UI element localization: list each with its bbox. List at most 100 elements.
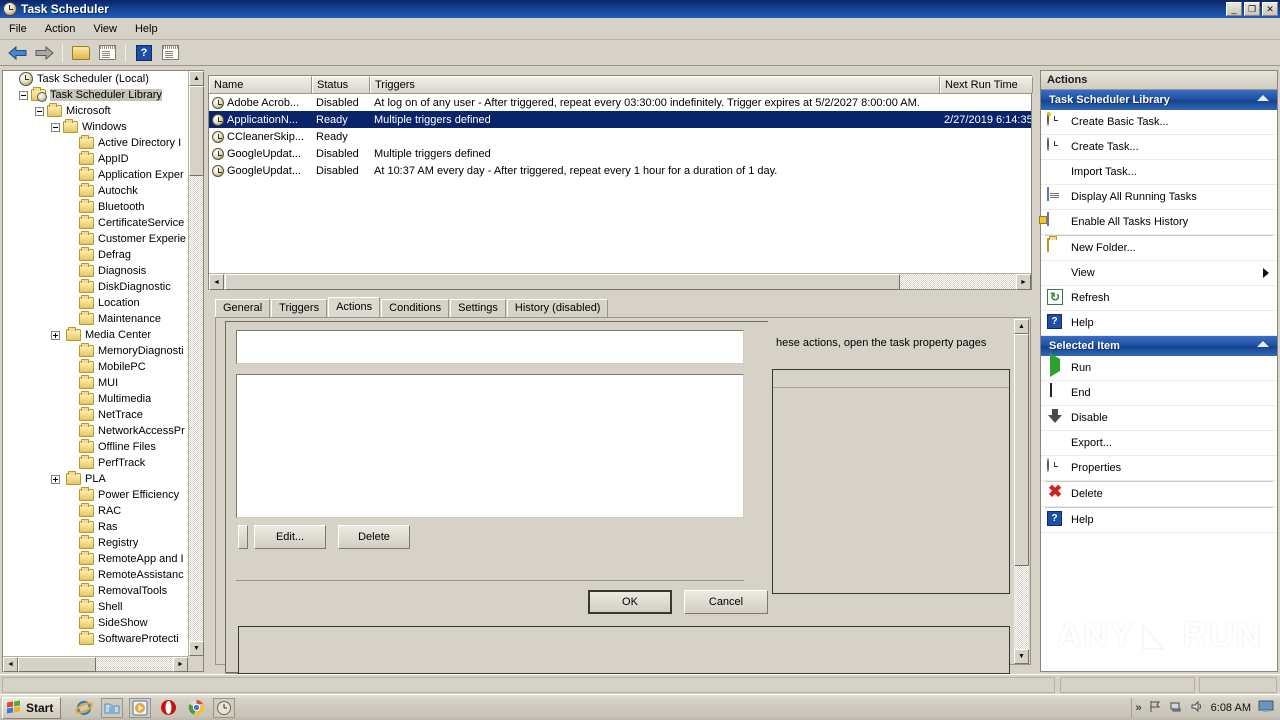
action-item-import-task[interactable]: Import Task... xyxy=(1041,160,1277,185)
tree-item-remoteassistanc[interactable]: RemoteAssistanc xyxy=(3,567,188,583)
cancel-button[interactable]: Cancel xyxy=(684,590,768,614)
internet-explorer-icon[interactable] xyxy=(73,698,95,718)
scroll-up-button[interactable]: ▲ xyxy=(189,71,204,86)
tree-item-mobilepc[interactable]: MobilePC xyxy=(3,359,188,375)
show-hidden-icons-button[interactable]: » xyxy=(1136,702,1142,714)
maximize-button[interactable]: ❐ xyxy=(1244,2,1260,16)
actions-group-header-selected-item[interactable]: Selected Item xyxy=(1041,336,1277,356)
chrome-icon[interactable] xyxy=(185,698,207,718)
tree-item-memorydiagnosti[interactable]: MemoryDiagnosti xyxy=(3,343,188,359)
action-summary-field[interactable] xyxy=(236,330,744,364)
table-row[interactable]: Adobe Acrob... Disabled At log on of any u… xyxy=(209,94,1031,111)
menu-view[interactable]: View xyxy=(84,21,126,37)
tree-horizontal-scrollbar[interactable]: ◄ ► xyxy=(3,656,188,672)
action-item-create-task[interactable]: Create Task... xyxy=(1041,135,1277,160)
expand-icon[interactable] xyxy=(51,330,60,340)
tree-item-bluetooth[interactable]: Bluetooth xyxy=(3,199,188,215)
column-header-name[interactable]: Name xyxy=(209,76,312,93)
tree-item-sideshow[interactable]: SideShow xyxy=(3,615,188,631)
menu-action[interactable]: Action xyxy=(36,21,85,37)
table-row[interactable]: CCleanerSkip... Ready xyxy=(209,128,1031,145)
show-hide-console-tree-icon[interactable] xyxy=(96,43,118,63)
tab-conditions[interactable]: Conditions xyxy=(381,299,450,317)
scroll-up-button[interactable]: ▲ xyxy=(1014,319,1029,334)
tree-item-active-directory-i[interactable]: Active Directory I xyxy=(3,135,188,151)
help-icon[interactable]: ? xyxy=(133,43,155,63)
expand-icon[interactable] xyxy=(51,474,60,484)
tree-item-nettrace[interactable]: NetTrace xyxy=(3,407,188,423)
delete-button[interactable]: Delete xyxy=(338,525,410,549)
action-item-view[interactable]: View xyxy=(1041,261,1277,286)
action-item-create-basic-task[interactable]: ✦ Create Basic Task... xyxy=(1041,110,1277,135)
actions-group-header-task-scheduler-library[interactable]: Task Scheduler Library xyxy=(1041,90,1277,110)
tree-item-diagnosis[interactable]: Diagnosis xyxy=(3,263,188,279)
actions-list[interactable] xyxy=(236,374,744,518)
taskbar-clock[interactable]: 6:08 AM xyxy=(1211,702,1251,714)
action-item-delete[interactable]: ✖ Delete xyxy=(1041,482,1277,507)
display-running-tasks-icon[interactable] xyxy=(159,43,181,63)
tree-item-appid[interactable]: AppID xyxy=(3,151,188,167)
tree-item-pla[interactable]: PLA xyxy=(3,471,188,487)
tree-item-rac[interactable]: RAC xyxy=(3,503,188,519)
console-tree[interactable]: Task Scheduler (Local) Task Scheduler Li… xyxy=(3,71,188,656)
tree-item-ras[interactable]: Ras xyxy=(3,519,188,535)
close-button[interactable]: ✕ xyxy=(1262,2,1278,16)
tree-item-task-scheduler-local[interactable]: Task Scheduler (Local) xyxy=(3,71,188,87)
action-item-end[interactable]: End xyxy=(1041,381,1277,406)
tree-item-perftrack[interactable]: PerfTrack xyxy=(3,455,188,471)
table-row[interactable]: GoogleUpdat... Disabled Multiple triggers … xyxy=(209,145,1031,162)
tab-triggers[interactable]: Triggers xyxy=(271,299,328,317)
tree-vertical-scrollbar[interactable]: ▲ ▼ xyxy=(188,71,204,656)
tree-item-registry[interactable]: Registry xyxy=(3,535,188,551)
properties-icon[interactable] xyxy=(70,43,92,63)
minimize-button[interactable]: _ xyxy=(1226,2,1242,16)
action-item-export[interactable]: Export... xyxy=(1041,431,1277,456)
tab-actions[interactable]: Actions xyxy=(328,297,381,317)
forward-arrow-icon[interactable] xyxy=(33,43,55,63)
windows-explorer-icon[interactable] xyxy=(101,697,124,718)
scroll-left-button[interactable]: ◄ xyxy=(209,274,224,290)
scroll-down-button[interactable]: ▼ xyxy=(189,641,204,656)
column-header-triggers[interactable]: Triggers xyxy=(370,76,940,93)
scroll-thumb[interactable] xyxy=(189,86,204,176)
action-item-run[interactable]: Run xyxy=(1041,353,1277,381)
edit-button[interactable]: Edit... xyxy=(254,525,326,549)
tree-item-windows[interactable]: Windows xyxy=(3,119,188,135)
network-icon[interactable] xyxy=(1169,700,1183,716)
column-header-status[interactable]: Status xyxy=(312,76,370,93)
tree-item-autochk[interactable]: Autochk xyxy=(3,183,188,199)
column-header-next-run-time[interactable]: Next Run Time xyxy=(940,76,1033,93)
tree-item-diskdiagnostic[interactable]: DiskDiagnostic xyxy=(3,279,188,295)
scroll-right-button[interactable]: ► xyxy=(1016,274,1031,290)
scroll-thumb-h[interactable] xyxy=(225,274,900,290)
tree-item-defrag[interactable]: Defrag xyxy=(3,247,188,263)
volume-icon[interactable] xyxy=(1190,700,1204,716)
tree-item-certificateservice[interactable]: CertificateService xyxy=(3,215,188,231)
properties-vertical-scrollbar[interactable]: ▲ ▼ xyxy=(1014,319,1029,664)
tree-item-media-center[interactable]: Media Center xyxy=(3,327,188,343)
tree-item-power-efficiency[interactable]: Power Efficiency xyxy=(3,487,188,503)
scroll-thumb[interactable] xyxy=(1014,334,1029,566)
action-item-display-all-running-tasks[interactable]: Display All Running Tasks xyxy=(1041,185,1277,210)
tree-item-mui[interactable]: MUI xyxy=(3,375,188,391)
flag-icon[interactable] xyxy=(1149,700,1162,716)
tree-item-microsoft[interactable]: Microsoft xyxy=(3,103,188,119)
scroll-right-button[interactable]: ► xyxy=(173,657,188,672)
tab-history-disabled[interactable]: History (disabled) xyxy=(506,299,609,317)
action-item-enable-all-tasks-history[interactable]: Enable All Tasks History xyxy=(1041,210,1277,235)
table-row[interactable]: GoogleUpdat... Disabled At 10:37 AM every … xyxy=(209,162,1031,179)
tab-general[interactable]: General xyxy=(215,299,271,317)
tree-item-application-exper[interactable]: Application Exper xyxy=(3,167,188,183)
tree-item-location[interactable]: Location xyxy=(3,295,188,311)
tab-settings[interactable]: Settings xyxy=(450,299,506,317)
table-row[interactable]: ApplicationN... Ready Multiple triggers de… xyxy=(209,111,1031,128)
new-button-partial[interactable] xyxy=(238,525,248,549)
action-item-disable[interactable]: Disable xyxy=(1041,406,1277,431)
back-arrow-icon[interactable] xyxy=(7,43,29,63)
tree-item-networkaccesspr[interactable]: NetworkAccessPr xyxy=(3,423,188,439)
task-scheduler-taskbar-icon[interactable] xyxy=(213,697,236,718)
tree-item-multimedia[interactable]: Multimedia xyxy=(3,391,188,407)
show-desktop-icon[interactable] xyxy=(1258,700,1274,716)
action-item-help[interactable]: ? Help xyxy=(1041,311,1277,336)
media-player-icon[interactable] xyxy=(129,697,152,718)
